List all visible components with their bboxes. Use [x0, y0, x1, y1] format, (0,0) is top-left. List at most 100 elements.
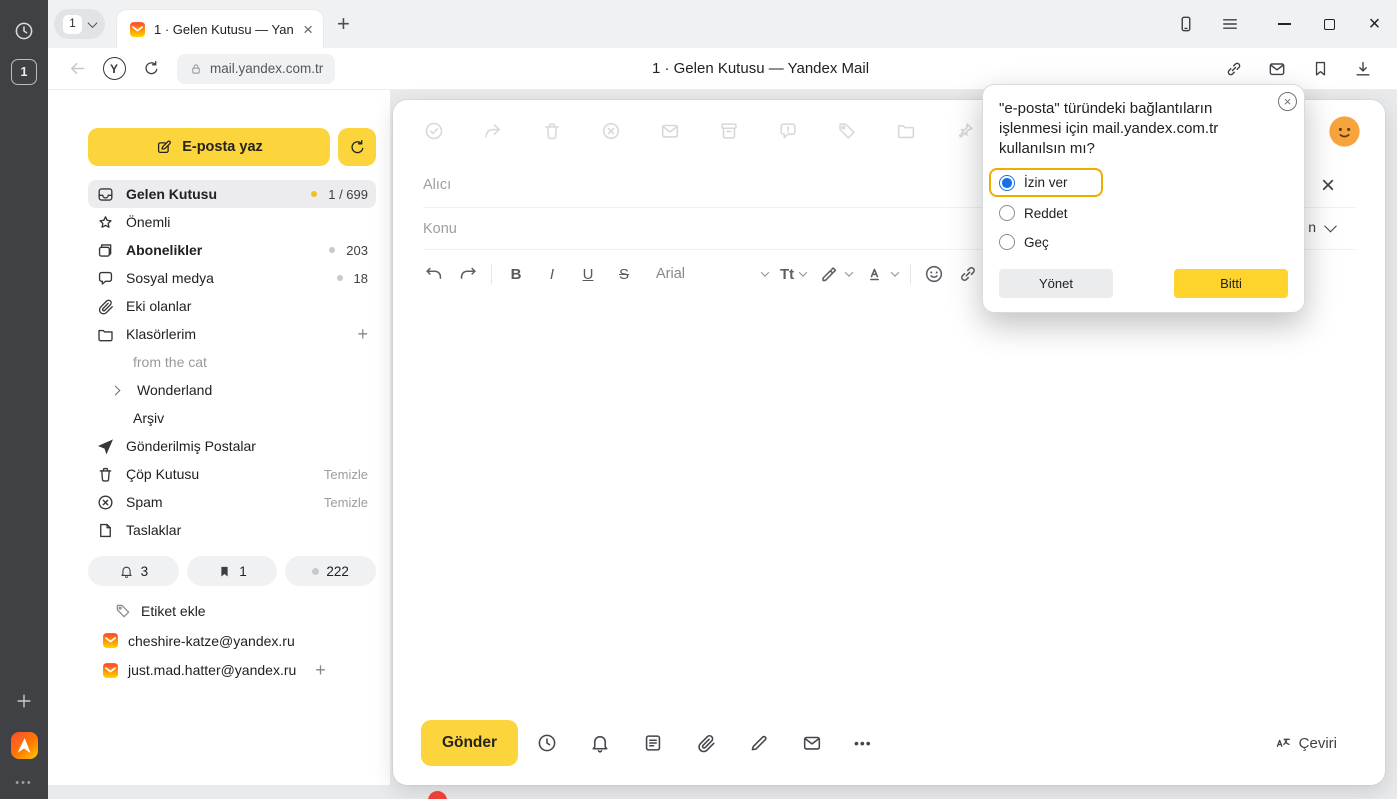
folder-wonderland[interactable]: Wonderland — [88, 376, 376, 404]
more-options-icon[interactable]: ••• — [854, 735, 872, 751]
add-account-icon[interactable]: + — [315, 661, 326, 679]
text-color-icon — [864, 263, 886, 285]
folder-important[interactable]: Önemli — [88, 208, 376, 236]
folder-label: Taslaklar — [126, 522, 368, 538]
mark-read-icon[interactable] — [659, 120, 681, 142]
lock-icon — [189, 62, 203, 76]
font-family-select[interactable]: Arial — [656, 266, 768, 282]
clear-trash-button[interactable]: Temizle — [324, 467, 368, 482]
minimize-button[interactable] — [1262, 0, 1307, 48]
dialog-close-icon[interactable]: × — [1278, 92, 1297, 111]
insert-link-icon[interactable] — [957, 263, 979, 285]
font-size-select[interactable]: Tt — [780, 266, 806, 283]
attach-file-icon[interactable] — [695, 732, 717, 754]
manage-button[interactable]: Yönet — [999, 269, 1113, 298]
archive-icon[interactable] — [718, 120, 740, 142]
back-icon[interactable] — [62, 54, 92, 84]
bold-button[interactable]: B — [504, 266, 528, 283]
rail-more-icon[interactable]: ••• — [15, 777, 33, 789]
tab-group[interactable]: 1 — [54, 9, 105, 39]
refresh-button[interactable] — [338, 128, 376, 166]
tab-counter[interactable]: 1 — [11, 59, 37, 85]
active-tab[interactable]: 1 · Gelen Kutusu — Yand... × — [117, 10, 323, 48]
strikethrough-button[interactable]: S — [612, 266, 636, 283]
yandex-home-icon[interactable]: Y — [99, 54, 129, 84]
folder-trash[interactable]: Çöp Kutusu Temizle — [88, 460, 376, 488]
download-icon[interactable] — [1348, 54, 1378, 84]
tab-close-icon[interactable]: × — [301, 21, 315, 38]
folder-spam[interactable]: Spam Temizle — [88, 488, 376, 516]
folder-my-folders[interactable]: Klasörlerim + — [88, 320, 376, 348]
chevron-down-icon — [799, 268, 807, 276]
send-button[interactable]: Gönder — [421, 720, 518, 766]
inbox-icon — [96, 185, 115, 204]
address-bar[interactable]: mail.yandex.com.tr — [177, 54, 335, 84]
send-later-clock-icon[interactable] — [536, 732, 558, 754]
yandex-browser-logo-icon[interactable] — [11, 732, 38, 759]
recent-tabs-clock-icon[interactable] — [9, 16, 39, 46]
folder-sent[interactable]: Gönderilmiş Postalar — [88, 432, 376, 460]
folder-subscriptions[interactable]: Abonelikler 203 — [88, 236, 376, 264]
folder-archive[interactable]: Arşiv — [88, 404, 376, 432]
menu-icon[interactable] — [1218, 0, 1242, 48]
star-icon — [96, 213, 115, 232]
text-color-select[interactable] — [864, 263, 898, 285]
unread-pill[interactable]: 222 — [285, 556, 376, 586]
bookmarks-pill[interactable]: 1 — [187, 556, 278, 586]
compose-close-icon[interactable]: × — [1321, 174, 1335, 198]
from-selector[interactable]: n — [1308, 219, 1335, 235]
bookmark-icon[interactable] — [1305, 54, 1335, 84]
add-folder-icon[interactable]: + — [357, 325, 368, 343]
folder-from-the-cat[interactable]: from the cat — [88, 348, 376, 376]
account-hatter[interactable]: just.mad.hatter@yandex.ru + — [88, 661, 376, 679]
user-avatar[interactable] — [1328, 115, 1361, 148]
add-label-button[interactable]: Etiket ekle — [114, 602, 376, 620]
folder-drafts[interactable]: Taslaklar — [88, 516, 376, 544]
rail-add-icon[interactable] — [9, 686, 39, 716]
clear-spam-button[interactable]: Temizle — [324, 495, 368, 510]
highlight-color-select[interactable] — [818, 263, 852, 285]
message-body[interactable] — [393, 298, 1385, 701]
forward-icon[interactable] — [482, 120, 504, 142]
delete-icon[interactable] — [541, 120, 563, 142]
check-circle-icon[interactable] — [423, 120, 445, 142]
reload-icon[interactable] — [136, 54, 166, 84]
folder-label: Eki olanlar — [126, 298, 368, 314]
italic-button[interactable]: I — [540, 266, 564, 283]
compose-button[interactable]: E-posta yaz — [88, 128, 330, 166]
bell-icon — [119, 564, 134, 579]
underline-button[interactable]: U — [576, 266, 600, 283]
copy-link-icon[interactable] — [1219, 54, 1249, 84]
new-tab-button[interactable]: + — [337, 13, 350, 35]
complain-icon[interactable] — [777, 120, 799, 142]
folder-social[interactable]: Sosyal medya 18 — [88, 264, 376, 292]
account-email: just.mad.hatter@yandex.ru — [128, 662, 296, 678]
folder-label: Gelen Kutusu — [126, 186, 300, 202]
move-folder-icon[interactable] — [895, 120, 917, 142]
envelope-icon[interactable] — [801, 732, 823, 754]
spam-icon[interactable] — [600, 120, 622, 142]
radio-deny[interactable]: Reddet — [999, 200, 1288, 226]
reminders-pill[interactable]: 3 — [88, 556, 179, 586]
emoji-icon[interactable] — [923, 263, 945, 285]
radio-selected-icon — [999, 175, 1015, 191]
label-icon[interactable] — [836, 120, 858, 142]
radio-allow[interactable]: İzin ver — [989, 168, 1103, 197]
done-button[interactable]: Bitti — [1174, 269, 1288, 298]
pin-icon[interactable] — [954, 120, 976, 142]
chevron-right-icon[interactable] — [111, 385, 121, 395]
signature-pen-icon[interactable] — [748, 732, 770, 754]
account-cheshire[interactable]: cheshire-katze@yandex.ru — [88, 632, 376, 649]
window-close-button[interactable]: × — [1352, 0, 1397, 48]
devices-icon[interactable] — [1174, 0, 1198, 48]
radio-skip[interactable]: Geç — [999, 229, 1288, 255]
mail-notifier-icon[interactable] — [1262, 54, 1292, 84]
translate-button[interactable]: Çeviri — [1274, 734, 1337, 752]
undo-icon[interactable] — [423, 263, 445, 285]
redo-icon[interactable] — [457, 263, 479, 285]
template-icon[interactable] — [642, 732, 664, 754]
maximize-button[interactable] — [1307, 0, 1352, 48]
folder-inbox[interactable]: Gelen Kutusu 1 / 699 — [88, 180, 376, 208]
folder-attachments[interactable]: Eki olanlar — [88, 292, 376, 320]
reminder-bell-icon[interactable] — [589, 732, 611, 754]
